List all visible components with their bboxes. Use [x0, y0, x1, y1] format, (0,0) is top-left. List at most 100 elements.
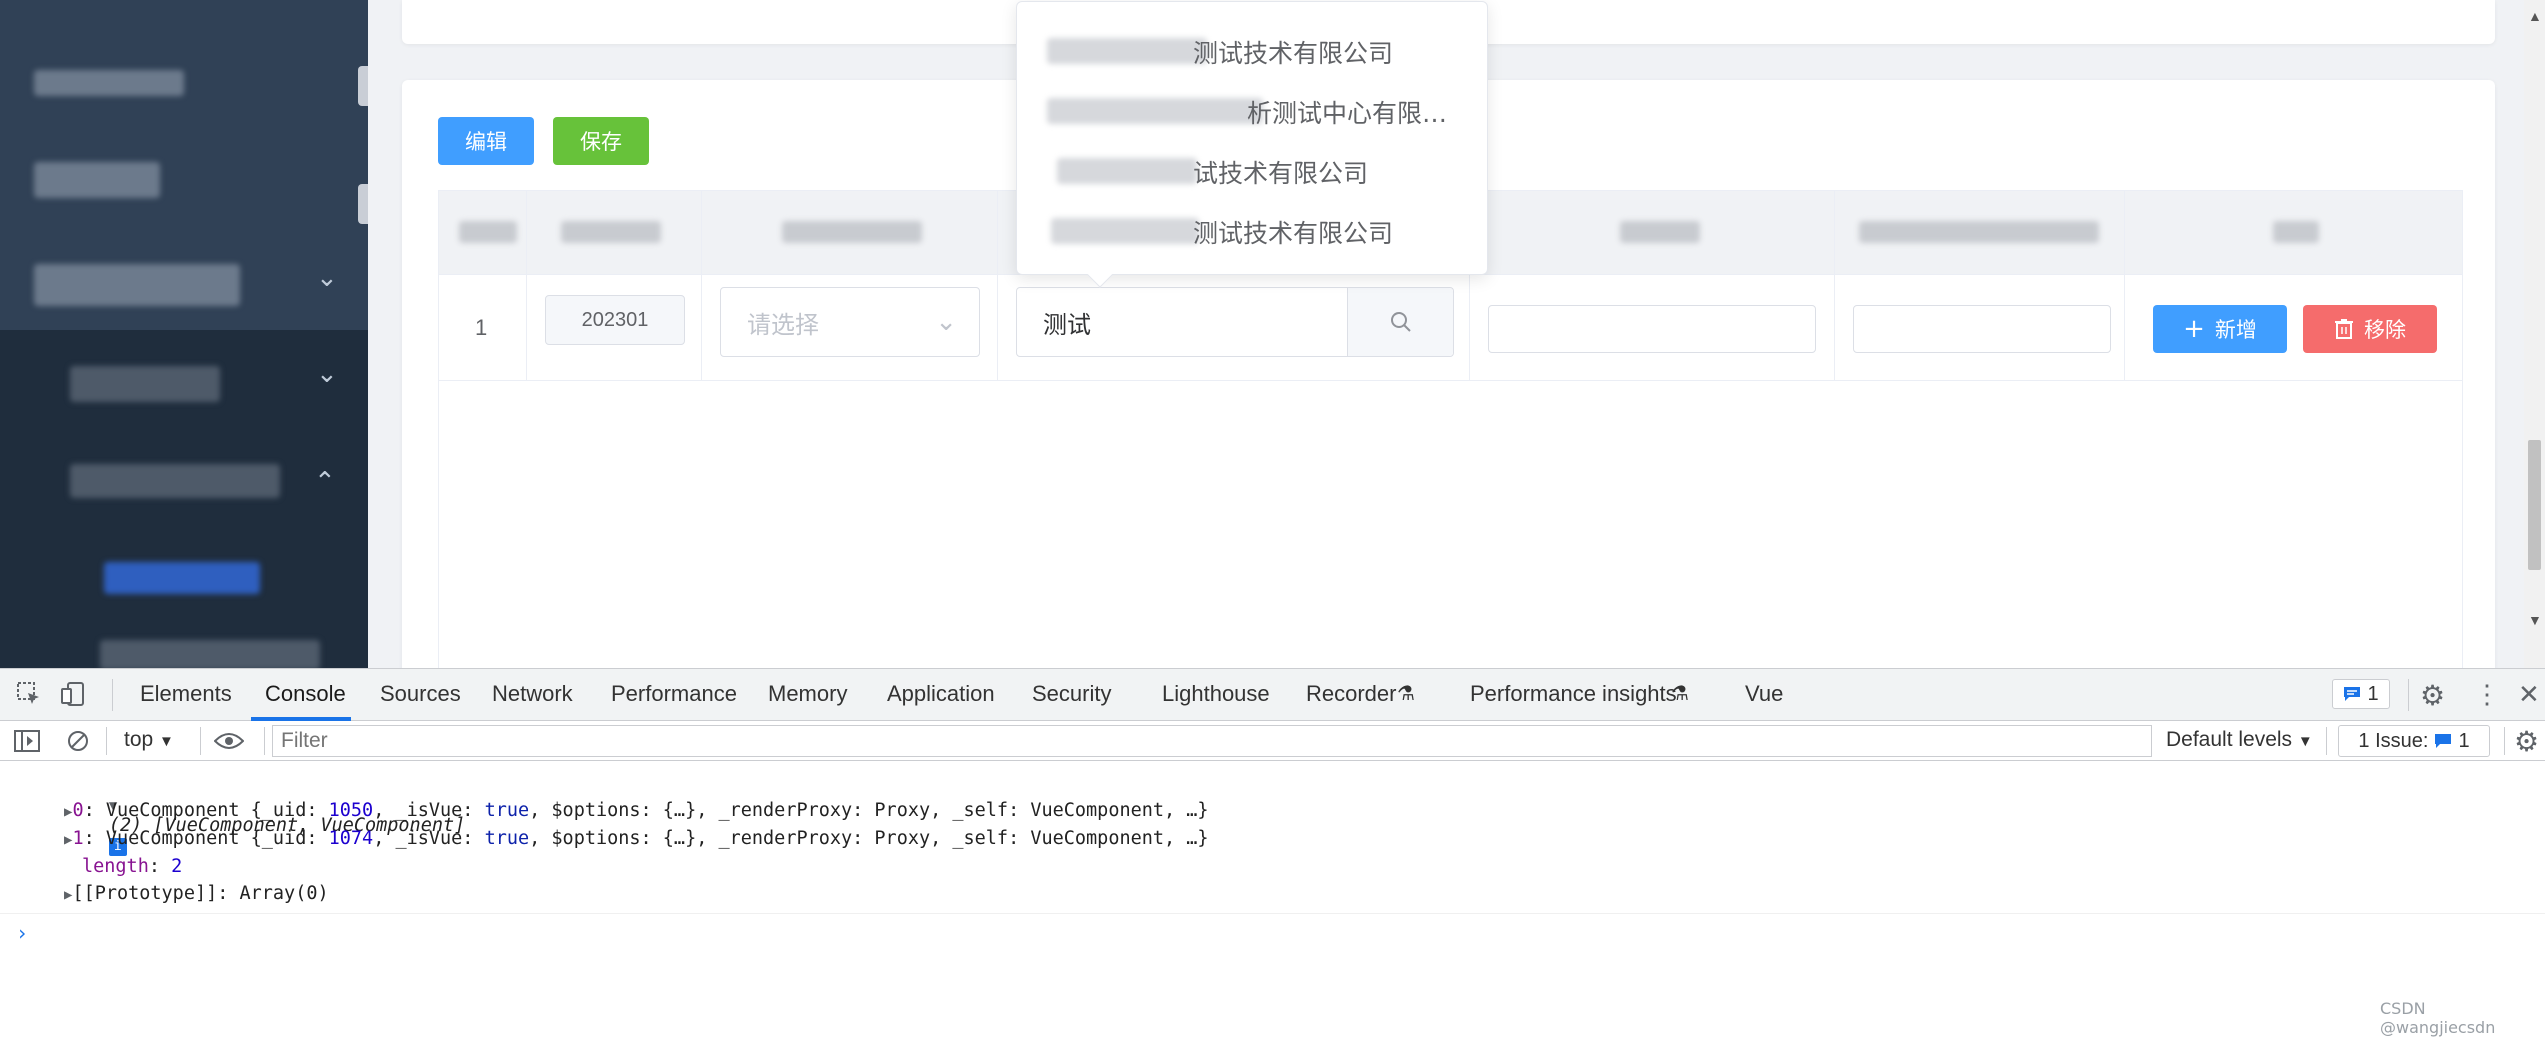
scroll-up-arrow[interactable]: ▲ — [2528, 8, 2542, 24]
sidebar-subitem-next[interactable] — [0, 620, 368, 668]
close-icon[interactable]: ✕ — [2518, 679, 2540, 710]
blurred-label — [70, 464, 280, 498]
devtools-tabbar: Elements Console Sources Network Perform… — [0, 669, 2545, 721]
devtools-panel: Elements Console Sources Network Perform… — [0, 668, 2545, 1037]
tab-performance[interactable]: Performance — [611, 681, 737, 707]
text-cell — [1470, 275, 1835, 380]
gear-icon[interactable]: ⚙ — [2420, 679, 2445, 712]
page-viewport: ⌄ ⌄ ⌄ 编辑 保存 1 202301 请选择 ⌄ 测试 + 新增 移除 测试… — [0, 0, 2545, 668]
tab-elements[interactable]: Elements — [140, 681, 232, 707]
inspect-element-icon[interactable] — [16, 681, 42, 707]
sidebar-item-1[interactable] — [0, 40, 368, 130]
search-button[interactable] — [1347, 288, 1453, 356]
header-cell — [1835, 191, 2125, 274]
chevron-down-icon: ⌄ — [316, 358, 338, 388]
issues-button[interactable]: 1 Issue: 1 — [2338, 725, 2490, 757]
suggestion-item[interactable]: 测试技术有限公司 — [1017, 200, 1487, 258]
header-cell — [527, 191, 702, 274]
company-search-input[interactable]: 测试 — [1016, 287, 1454, 357]
blurred-label — [34, 162, 160, 198]
blurred-label — [70, 366, 220, 402]
blurred-label — [34, 70, 184, 96]
blurred-label — [34, 264, 240, 306]
suggestion-item[interactable]: 测试技术有限公司 — [1017, 20, 1487, 78]
tab-sources[interactable]: Sources — [380, 681, 461, 707]
blurred-label — [100, 640, 320, 668]
tab-application[interactable]: Application — [887, 681, 995, 707]
header-cell — [2125, 191, 2464, 274]
log-item-1[interactable]: ▶1: VueComponent {_uid: 1074, _isVue: tr… — [64, 828, 1209, 849]
tab-recorder[interactable]: Recorder — [1306, 681, 1396, 707]
message-icon — [2344, 687, 2361, 701]
header-cell — [439, 191, 527, 274]
sidebar-scrollbar-thumb[interactable] — [358, 184, 368, 224]
tab-vue[interactable]: Vue — [1745, 681, 1783, 707]
header-cell — [1470, 191, 1835, 274]
scroll-down-arrow[interactable]: ▼ — [2528, 612, 2542, 628]
row-index: 1 — [475, 315, 488, 340]
device-toolbar-icon[interactable] — [60, 681, 86, 707]
select-cell: 请选择 ⌄ — [702, 275, 998, 380]
tab-security[interactable]: Security — [1032, 681, 1111, 707]
index-cell: 1 — [439, 275, 527, 380]
remove-label: 移除 — [2364, 318, 2406, 342]
chevron-down-icon: ⌄ — [935, 306, 957, 336]
suggestion-item[interactable]: 析测试中心有限… — [1017, 80, 1487, 138]
tab-network[interactable]: Network — [492, 681, 573, 707]
sidebar-scrollbar-thumb[interactable] — [358, 66, 368, 106]
log-levels-dropdown[interactable]: Default levels ▼ — [2166, 728, 2313, 752]
autocomplete-dropdown: 测试技术有限公司 析测试中心有限… 试技术有限公司 测试技术有限公司 — [1016, 1, 1488, 288]
sidebar-item-2[interactable] — [0, 140, 368, 230]
flask-icon: ⚗ — [1397, 683, 1415, 705]
chevron-down-icon: ⌄ — [316, 262, 338, 292]
eye-icon[interactable] — [214, 731, 244, 751]
sidebar-subitem-1[interactable]: ⌄ — [0, 340, 368, 430]
tab-memory[interactable]: Memory — [768, 681, 847, 707]
sidebar: ⌄ ⌄ ⌄ — [0, 0, 368, 668]
code-value: 202301 — [581, 308, 649, 331]
sidebar-subitem-2[interactable]: ⌄ — [0, 440, 368, 530]
log-length: length: 2 — [82, 856, 183, 877]
sidebar-item-3[interactable]: ⌄ — [0, 240, 368, 330]
tab-console[interactable]: Console — [265, 681, 346, 707]
messages-badge[interactable]: 1 — [2332, 679, 2390, 709]
save-button[interactable]: 保存 — [553, 117, 649, 165]
add-row-button[interactable]: + 新增 — [2153, 305, 2287, 353]
add-label: 新增 — [2214, 318, 2257, 342]
watermark: CSDN @wangjiecsdn — [2380, 999, 2496, 1037]
log-item-0[interactable]: ▶0: VueComponent {_uid: 1050, _isVue: tr… — [64, 800, 1209, 821]
blurred-label — [104, 562, 260, 594]
code-input[interactable]: 202301 — [545, 295, 685, 345]
text-cell — [1835, 275, 2125, 380]
sidebar-subitem-active[interactable] — [0, 540, 368, 630]
context-selector[interactable]: top ▼ — [124, 728, 174, 752]
chevron-up-icon: ⌄ — [314, 465, 336, 495]
trash-icon — [2335, 319, 2353, 339]
sidebar-toggle-icon[interactable] — [14, 730, 40, 752]
type-select[interactable]: 请选择 ⌄ — [720, 287, 980, 357]
clear-console-icon[interactable] — [66, 729, 90, 753]
text-input-2[interactable] — [1853, 305, 2111, 353]
message-icon — [2435, 734, 2452, 748]
scrollbar-thumb[interactable] — [2528, 440, 2541, 570]
search-cell: 测试 — [998, 275, 1470, 380]
console-filter-input[interactable] — [272, 725, 2152, 757]
edit-button[interactable]: 编辑 — [438, 117, 534, 165]
search-value: 测试 — [1043, 311, 1091, 339]
remove-row-button[interactable]: 移除 — [2303, 305, 2437, 353]
select-placeholder: 请选择 — [747, 311, 819, 339]
table-row: 1 202301 请选择 ⌄ 测试 + 新增 移除 — [439, 275, 2462, 381]
more-options-icon[interactable]: ⋮ — [2474, 679, 2500, 710]
tab-lighthouse[interactable]: Lighthouse — [1162, 681, 1270, 707]
console-settings-icon[interactable]: ⚙ — [2514, 725, 2539, 758]
plus-icon: + — [2183, 314, 2205, 344]
text-input-1[interactable] — [1488, 305, 1816, 353]
suggestion-item[interactable]: 试技术有限公司 — [1017, 140, 1487, 198]
console-prompt[interactable]: › — [16, 921, 28, 945]
header-cell — [702, 191, 998, 274]
action-cell: + 新增 移除 — [2125, 275, 2464, 380]
page-scrollbar[interactable]: ▲ ▼ — [2524, 0, 2545, 668]
log-prototype[interactable]: ▶[[Prototype]]: Array(0) — [64, 883, 329, 904]
console-toolbar: top ▼ Default levels ▼ 1 Issue: 1 ⚙ — [0, 721, 2545, 761]
tab-performance-insights[interactable]: Performance insights — [1470, 681, 1677, 707]
